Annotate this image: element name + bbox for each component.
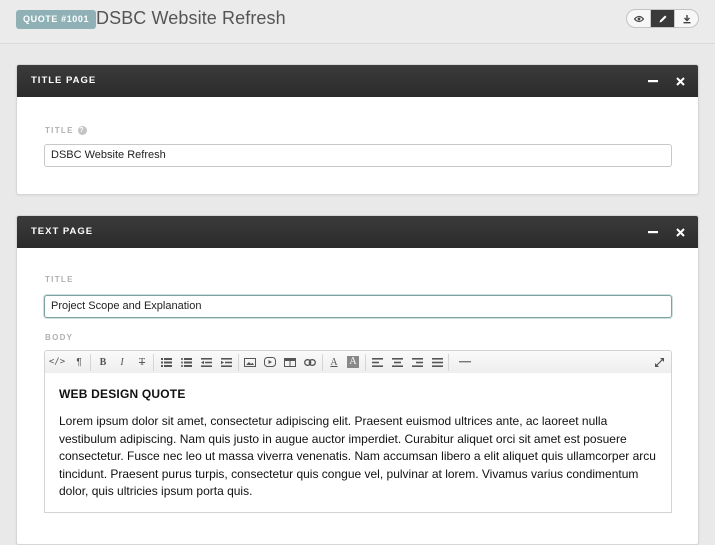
indent-icon[interactable] (218, 354, 234, 370)
title-field-label: TITLE? (45, 126, 87, 136)
body-paragraph: Lorem ipsum dolor sit amet, consectetur … (59, 414, 656, 499)
rich-text-editor[interactable]: WEB DESIGN QUOTE Lorem ipsum dolor sit a… (44, 373, 672, 513)
title-field-label: TITLE (45, 275, 74, 284)
minus-icon (648, 231, 658, 234)
toolbar-divider (238, 354, 239, 371)
toolbar-divider (448, 354, 449, 371)
title-input[interactable]: DSBC Website Refresh (44, 144, 672, 167)
image-icon[interactable] (242, 354, 258, 370)
download-button[interactable] (674, 10, 698, 27)
remove-button[interactable] (674, 75, 686, 87)
quote-number-badge: QUOTE #1001 (16, 10, 97, 29)
video-icon[interactable] (262, 354, 278, 370)
toolbar-divider (365, 354, 366, 371)
horizontal-rule-icon[interactable] (453, 354, 477, 370)
pencil-icon (659, 15, 666, 22)
top-bar: QUOTE #1001 DSBC Website Refresh (0, 0, 715, 44)
bold-icon[interactable]: B (95, 354, 111, 370)
panel-title: TITLE PAGE (31, 75, 97, 86)
unordered-list-icon[interactable] (158, 354, 174, 370)
highlight-icon[interactable]: A (345, 354, 361, 370)
title-input[interactable]: Project Scope and Explanation (44, 295, 672, 318)
body-heading: WEB DESIGN QUOTE (59, 387, 186, 401)
toolbar-divider (90, 354, 91, 371)
edit-button[interactable] (650, 10, 674, 27)
eye-icon (633, 15, 644, 22)
help-icon[interactable]: ? (77, 126, 87, 136)
outdent-icon[interactable] (198, 354, 214, 370)
editor-toolbar: </> ¶ B I T A A (44, 350, 672, 374)
font-color-icon[interactable]: A (326, 354, 342, 370)
paragraph-icon[interactable]: ¶ (71, 354, 87, 370)
align-right-icon[interactable] (409, 354, 425, 370)
download-icon (683, 14, 690, 23)
page-title: DSBC Website Refresh (96, 8, 286, 28)
panel-title: TEXT PAGE (31, 226, 94, 237)
collapse-button[interactable] (647, 75, 659, 87)
close-icon (675, 227, 685, 237)
text-page-panel: TEXT PAGE TITLE Project Scope and Explan… (16, 215, 699, 545)
preview-button[interactable] (627, 10, 650, 27)
table-icon[interactable] (282, 354, 298, 370)
italic-icon[interactable]: I (114, 354, 130, 370)
ordered-list-icon[interactable] (178, 354, 194, 370)
align-left-icon[interactable] (369, 354, 385, 370)
close-icon (675, 76, 685, 86)
toolbar-divider (322, 354, 323, 371)
align-justify-icon[interactable] (429, 354, 445, 370)
minus-icon (648, 80, 658, 83)
html-source-icon[interactable]: </> (49, 354, 65, 370)
body-field-label: BODY (45, 333, 74, 342)
strikethrough-icon[interactable]: T (134, 354, 150, 370)
panel-header: TEXT PAGE (17, 216, 698, 248)
collapse-button[interactable] (647, 226, 659, 238)
remove-button[interactable] (674, 226, 686, 238)
title-page-panel: TITLE PAGE TITLE? DSBC Website Refresh (16, 64, 699, 195)
fullscreen-icon[interactable] (651, 354, 667, 370)
panel-header: TITLE PAGE (17, 65, 698, 97)
view-mode-toggle (626, 9, 699, 28)
link-icon[interactable] (302, 354, 318, 370)
label-text: TITLE (45, 126, 74, 135)
toolbar-divider (153, 354, 154, 371)
align-center-icon[interactable] (389, 354, 405, 370)
